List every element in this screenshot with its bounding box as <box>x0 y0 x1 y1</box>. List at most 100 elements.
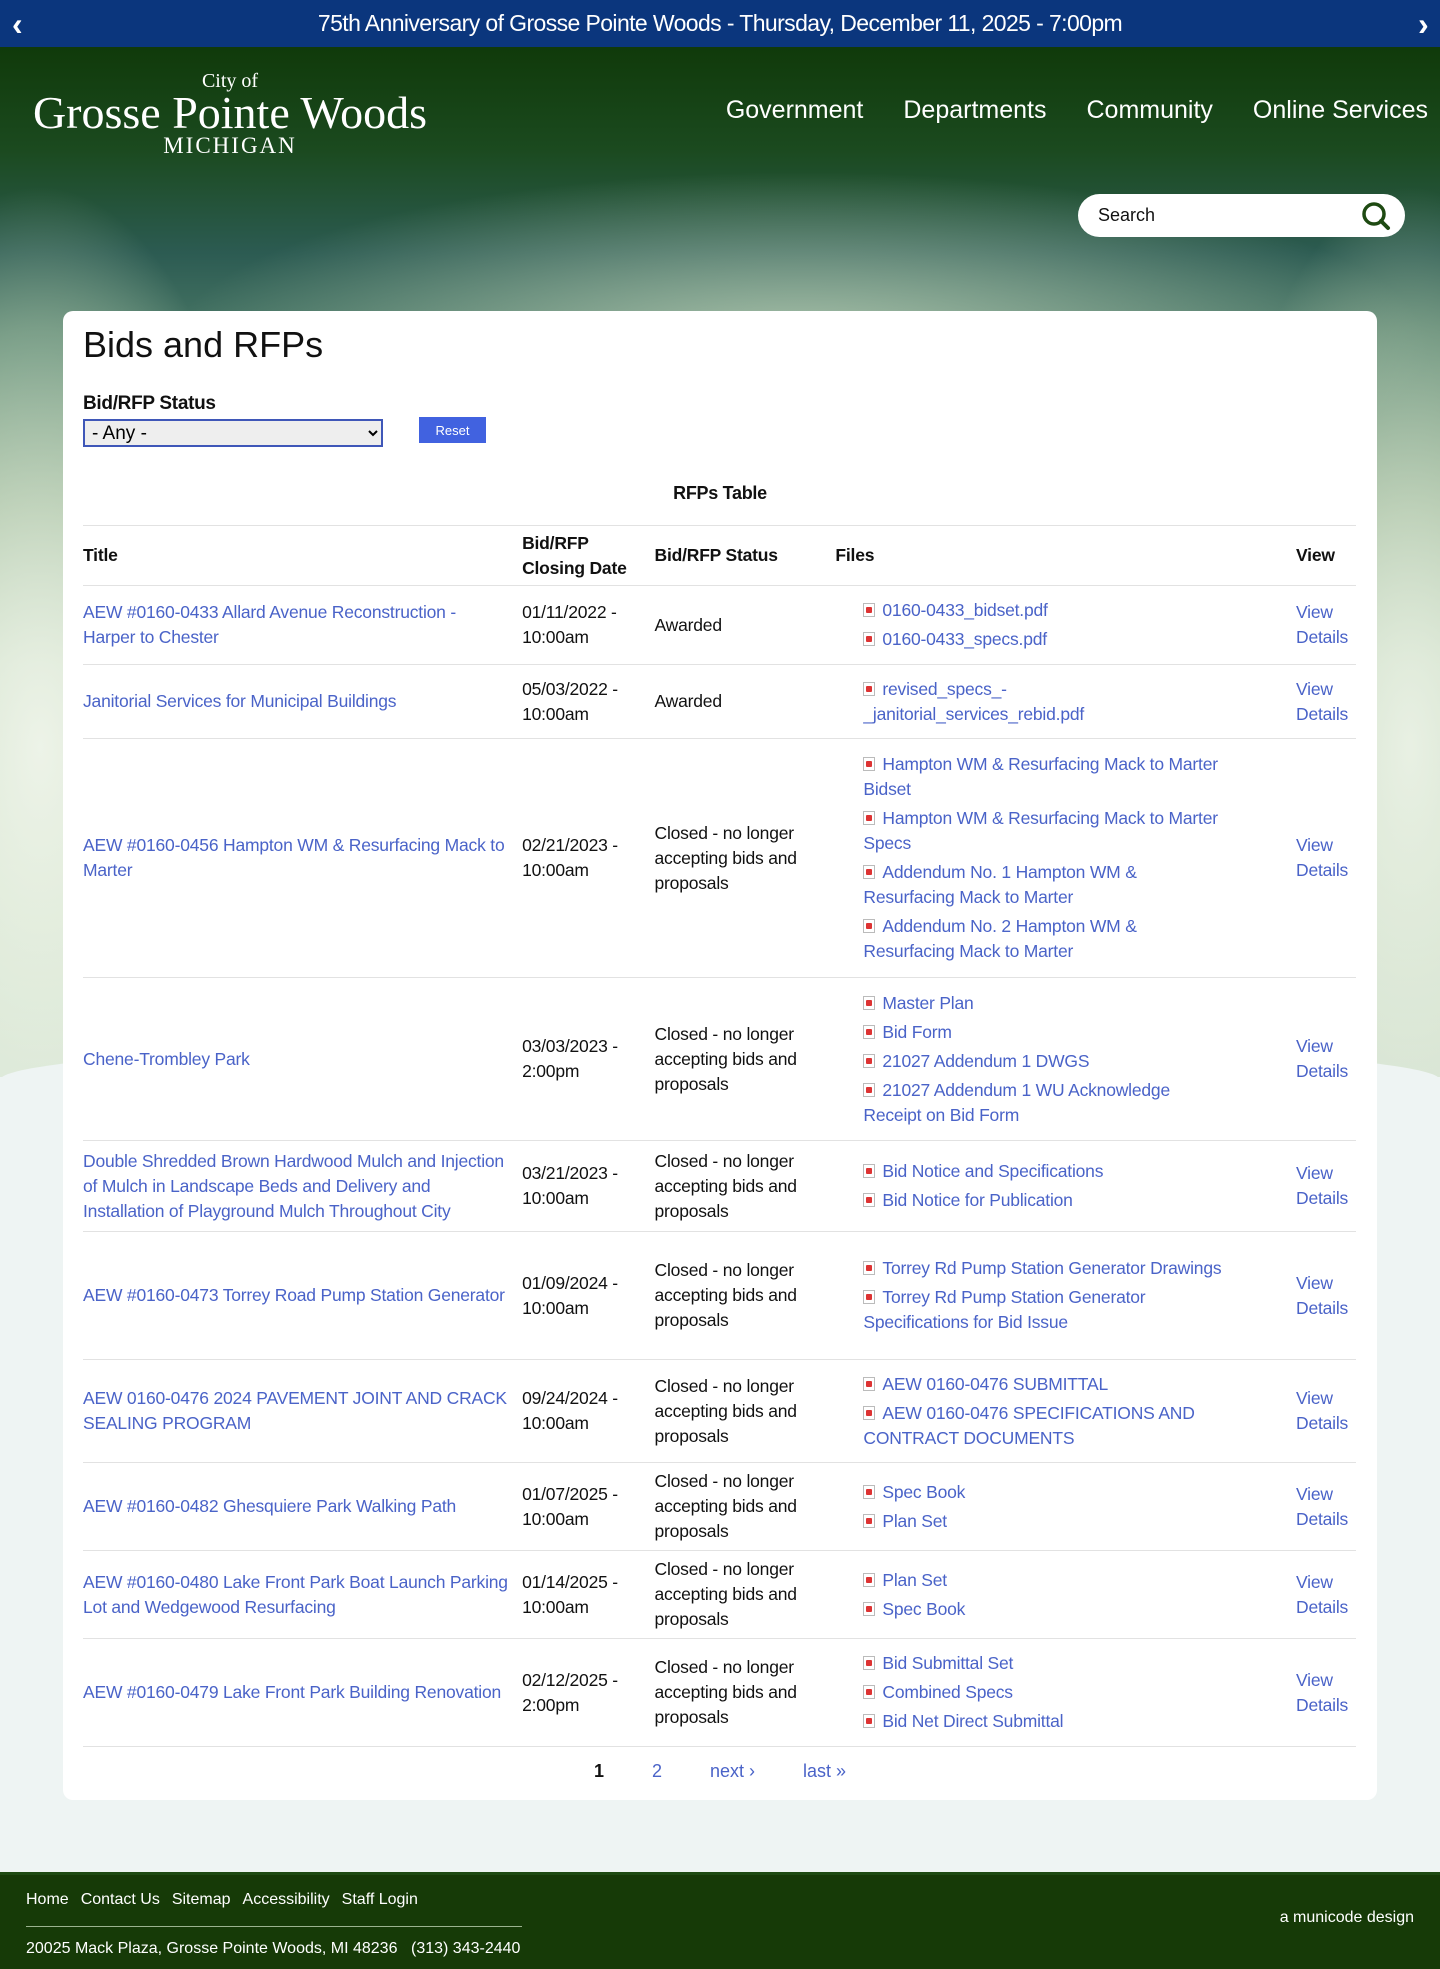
reset-button[interactable]: Reset <box>419 417 486 443</box>
closing-date: 03/03/2023 - 2:00pm <box>522 977 655 1141</box>
pdf-icon <box>863 865 876 879</box>
file-link[interactable]: Hampton WM & Resurfacing Mack to Marter … <box>863 752 1226 802</box>
file-link[interactable]: Plan Set <box>863 1509 1226 1534</box>
footer-credit[interactable]: a municode design <box>1280 1909 1414 1927</box>
rfps-table: Title Bid/RFP Closing Date Bid/RFP Statu… <box>83 525 1356 1747</box>
file-link[interactable]: Addendum No. 1 Hampton WM & Resurfacing … <box>863 860 1226 910</box>
file-link[interactable]: 0160-0433_specs.pdf <box>863 627 1226 652</box>
pdf-icon <box>863 1685 876 1699</box>
col-view: View <box>1296 525 1356 586</box>
page-2-link[interactable]: 2 <box>652 1761 662 1782</box>
nav-community[interactable]: Community <box>1087 96 1213 125</box>
nav-departments[interactable]: Departments <box>903 96 1046 125</box>
view-details-link[interactable]: View Details <box>1296 1161 1356 1211</box>
site-logo[interactable]: City of Grosse Pointe Woods MICHIGAN <box>20 70 440 159</box>
file-link[interactable]: 0160-0433_bidset.pdf <box>863 598 1226 623</box>
pdf-icon <box>863 603 876 617</box>
rfp-title-link[interactable]: AEW #0160-0480 Lake Front Park Boat Laun… <box>83 1572 508 1617</box>
file-link[interactable]: Torrey Rd Pump Station Generator Specifi… <box>863 1285 1226 1335</box>
footer-sitemap[interactable]: Sitemap <box>172 1891 231 1909</box>
search-icon[interactable] <box>1361 201 1391 231</box>
rfp-title-link[interactable]: AEW #0160-0479 Lake Front Park Building … <box>83 1682 501 1702</box>
file-link[interactable]: Spec Book <box>863 1597 1226 1622</box>
rfp-title-link[interactable]: Janitorial Services for Municipal Buildi… <box>83 691 397 711</box>
file-link[interactable]: Bid Form <box>863 1020 1226 1045</box>
next-page-link[interactable]: next › <box>710 1761 755 1782</box>
prev-announcement-button[interactable]: ‹ <box>12 6 23 43</box>
view-details-link[interactable]: View Details <box>1296 1271 1356 1321</box>
files-cell: Plan Set Spec Book <box>835 1550 1296 1639</box>
rfp-title-link[interactable]: Chene-Trombley Park <box>83 1049 250 1069</box>
col-files: Files <box>835 525 1296 586</box>
file-link[interactable]: AEW 0160-0476 SPECIFICATIONS AND CONTRAC… <box>863 1401 1226 1451</box>
file-link[interactable]: Torrey Rd Pump Station Generator Drawing… <box>863 1256 1226 1281</box>
rfp-title-link[interactable]: AEW #0160-0473 Torrey Road Pump Station … <box>83 1285 505 1305</box>
file-link[interactable]: AEW 0160-0476 SUBMITTAL <box>863 1372 1226 1397</box>
file-link[interactable]: 21027 Addendum 1 WU Acknowledge Receipt … <box>863 1078 1226 1128</box>
next-announcement-button[interactable]: › <box>1418 6 1429 43</box>
pdf-icon <box>863 681 876 696</box>
nav-online-services[interactable]: Online Services <box>1253 96 1428 125</box>
file-link[interactable]: Combined Specs <box>863 1680 1226 1705</box>
file-link[interactable]: 21027 Addendum 1 DWGS <box>863 1049 1226 1074</box>
pdf-icon <box>863 1572 876 1587</box>
rfp-title-link[interactable]: Double Shredded Brown Hardwood Mulch and… <box>83 1151 504 1221</box>
view-details-link[interactable]: View Details <box>1296 1386 1356 1436</box>
nav-government[interactable]: Government <box>726 96 864 125</box>
table-row: Janitorial Services for Municipal Buildi… <box>83 664 1356 739</box>
rfp-title-link[interactable]: AEW #0160-0433 Allard Avenue Reconstruct… <box>83 602 456 647</box>
rfp-status: Closed - no longer accepting bids and pr… <box>654 1140 836 1232</box>
file-link[interactable]: Master Plan <box>863 991 1226 1016</box>
files-cell: Spec Book Plan Set <box>835 1462 1296 1551</box>
view-details-link[interactable]: View Details <box>1296 1034 1356 1084</box>
rfp-title-link[interactable]: AEW #0160-0456 Hampton WM & Resurfacing … <box>83 835 505 880</box>
last-page-link[interactable]: last » <box>803 1761 846 1782</box>
file-name: Torrey Rd Pump Station Generator Specifi… <box>863 1287 1146 1332</box>
table-header-row: Title Bid/RFP Closing Date Bid/RFP Statu… <box>83 525 1356 586</box>
footer-accessibility[interactable]: Accessibility <box>243 1891 330 1909</box>
pagination: 1 2 next › last » <box>63 1761 1377 1782</box>
pdf-icon <box>863 1164 876 1178</box>
file-link[interactable]: Addendum No. 2 Hampton WM & Resurfacing … <box>863 914 1226 964</box>
files-cell: Torrey Rd Pump Station Generator Drawing… <box>835 1231 1296 1360</box>
footer-contact[interactable]: Contact Us <box>81 1891 160 1909</box>
view-details-link[interactable]: View Details <box>1296 833 1356 883</box>
file-link[interactable]: Bid Submittal Set <box>863 1651 1226 1676</box>
file-link[interactable]: Bid Net Direct Submittal <box>863 1709 1226 1734</box>
rfp-title-link[interactable]: AEW 0160-0476 2024 PAVEMENT JOINT AND CR… <box>83 1388 507 1433</box>
closing-date: 01/11/2022 - 10:00am <box>522 585 655 665</box>
pdf-icon <box>863 919 876 933</box>
file-link[interactable]: Spec Book <box>863 1480 1226 1505</box>
search-input[interactable] <box>1098 205 1361 226</box>
file-name: Bid Form <box>882 1021 952 1042</box>
footer-home[interactable]: Home <box>26 1891 69 1909</box>
file-name: Plan Set <box>882 1569 947 1590</box>
file-name: Hampton WM & Resurfacing Mack to Marter … <box>863 808 1218 853</box>
pdf-icon <box>863 1053 876 1068</box>
pdf-icon <box>863 1484 876 1499</box>
announcement-text[interactable]: 75th Anniversary of Grosse Pointe Woods … <box>318 10 1123 37</box>
file-link[interactable]: revised_specs_-_janitorial_services_rebi… <box>863 677 1226 727</box>
pdf-icon <box>863 1714 876 1728</box>
file-name: Torrey Rd Pump Station Generator Drawing… <box>882 1258 1222 1278</box>
footer-staff-login[interactable]: Staff Login <box>342 1891 418 1909</box>
logo-name: Grosse Pointe Woods <box>32 87 428 138</box>
view-details-link[interactable]: View Details <box>1296 600 1356 650</box>
footer-phone[interactable]: (313) 343-2440 <box>411 1940 520 1958</box>
closing-date: 01/14/2025 - 10:00am <box>522 1550 655 1639</box>
table-row: AEW #0160-0456 Hampton WM & Resurfacing … <box>83 738 1356 978</box>
view-details-link[interactable]: View Details <box>1296 1668 1356 1718</box>
file-link[interactable]: Bid Notice for Publication <box>863 1188 1226 1213</box>
view-details-link[interactable]: View Details <box>1296 1570 1356 1620</box>
files-cell: AEW 0160-0476 SUBMITTAL AEW 0160-0476 SPE… <box>835 1359 1296 1463</box>
col-status: Bid/RFP Status <box>654 525 836 586</box>
view-details-link[interactable]: View Details <box>1296 1482 1356 1532</box>
view-details-link[interactable]: View Details <box>1296 677 1356 727</box>
file-link[interactable]: Bid Notice and Specifications <box>863 1159 1226 1184</box>
file-name: Spec Book <box>882 1481 966 1502</box>
rfp-title-link[interactable]: AEW #0160-0482 Ghesquiere Park Walking P… <box>83 1496 456 1516</box>
file-link[interactable]: Hampton WM & Resurfacing Mack to Marter … <box>863 806 1226 856</box>
file-link[interactable]: Plan Set <box>863 1568 1226 1593</box>
status-filter-select[interactable]: - Any - <box>83 419 383 447</box>
pdf-icon <box>863 1193 876 1207</box>
